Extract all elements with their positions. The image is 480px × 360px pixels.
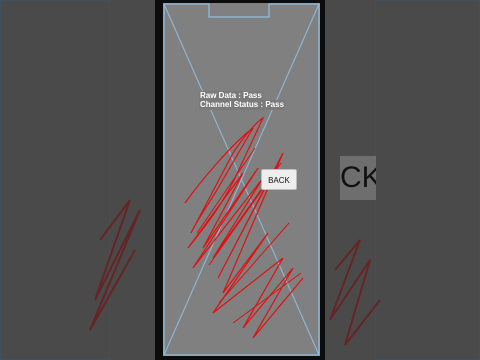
channel-status: Channel Status : Pass <box>199 100 286 110</box>
phone-screen: Raw Data : Pass Channel Status : Pass BA… <box>163 3 320 356</box>
back-button[interactable]: BACK <box>261 169 297 190</box>
